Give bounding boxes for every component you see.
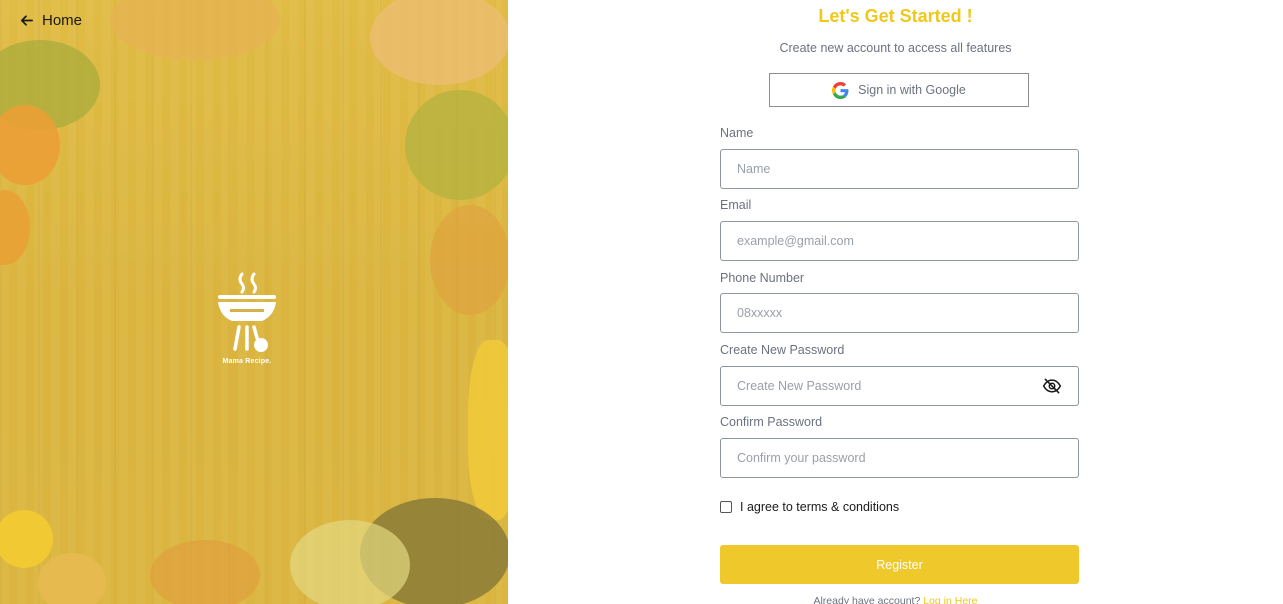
register-page: Home Mama Recipe. Let's Get Started ! Cr… [0,0,1283,604]
home-label: Home [42,12,83,29]
grill-icon [218,272,276,352]
terms-row[interactable]: I agree to terms & conditions [720,500,899,514]
email-field[interactable] [720,221,1079,261]
login-prompt-row: Already have account? Log in Here [508,595,1283,604]
phone-input[interactable] [737,306,1062,320]
password-input[interactable] [737,379,1042,393]
confirm-password-field[interactable] [720,438,1079,478]
login-prompt: Already have account? [813,595,921,604]
name-field[interactable] [720,149,1079,189]
password-field[interactable] [720,366,1079,406]
login-link[interactable]: Log in Here [923,595,977,604]
name-input[interactable] [737,162,1062,176]
arrow-left-icon [20,15,33,26]
email-input[interactable] [737,234,1062,248]
password-label: Create New Password [720,343,845,357]
register-button[interactable]: Register [720,545,1079,584]
terms-checkbox[interactable] [720,501,732,513]
google-signin-button[interactable]: Sign in with Google [769,73,1029,107]
register-label: Register [876,557,923,572]
confirm-password-input[interactable] [737,451,1062,465]
page-subtitle: Create new account to access all feature… [779,41,1012,55]
brand-name: Mama Recipe. [222,358,272,365]
brand-logo: Mama Recipe. [212,270,282,365]
terms-label: I agree to terms & conditions [740,500,900,514]
eye-off-icon[interactable] [1042,376,1062,396]
google-signin-label: Sign in with Google [858,83,966,97]
hero-panel: Home Mama Recipe. [0,0,508,604]
register-form: Let's Get Started ! Create new account t… [508,0,1283,604]
name-label: Name [720,126,754,140]
email-label: Email [720,198,752,212]
phone-label: Phone Number [720,271,805,285]
phone-field[interactable] [720,293,1079,333]
page-title: Let's Get Started ! [818,6,973,26]
confirm-password-label: Confirm Password [720,415,823,429]
google-icon [832,81,849,99]
home-link[interactable]: Home [19,12,82,29]
